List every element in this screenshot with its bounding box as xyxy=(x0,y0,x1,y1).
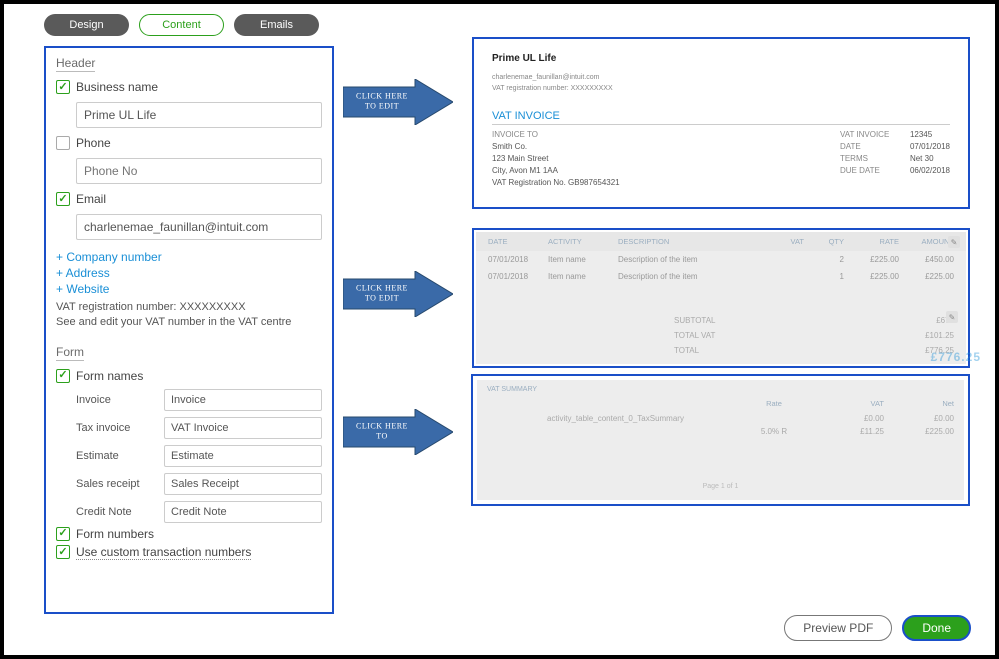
tab-emails[interactable]: Emails xyxy=(234,14,319,36)
input-business-name[interactable] xyxy=(76,102,322,128)
link-company-number[interactable]: + Company number xyxy=(56,250,322,264)
input-estimate[interactable] xyxy=(164,445,322,467)
checkbox-phone[interactable] xyxy=(56,136,70,150)
pencil-icon[interactable]: ✎ xyxy=(946,311,958,323)
section-form-title: Form xyxy=(56,345,84,361)
label-business-name: Business name xyxy=(76,80,158,94)
label-phone: Phone xyxy=(76,136,111,150)
arrow-annotation-2: CLICK HERE TO EDIT xyxy=(343,271,453,317)
preview-line-items-block[interactable]: ✎ DATE ACTIVITY DESCRIPTION VAT QTY RATE… xyxy=(472,228,970,368)
label-tax-invoice: Tax invoice xyxy=(76,422,156,434)
input-email[interactable] xyxy=(76,214,322,240)
preview-email: charlenemae_faunillan@intuit.com xyxy=(492,72,950,83)
label-form-numbers: Form numbers xyxy=(76,527,154,541)
preview-grand-total: £776.25 xyxy=(931,350,981,364)
checkbox-email[interactable] xyxy=(56,192,70,206)
preview-invoice-to: INVOICE TO Smith Co. 123 Main Street Cit… xyxy=(492,129,620,189)
label-form-names: Form names xyxy=(76,369,143,383)
pencil-icon[interactable]: ✎ xyxy=(948,236,960,248)
tab-design[interactable]: Design xyxy=(44,14,129,36)
table-header: DATE ACTIVITY DESCRIPTION VAT QTY RATE A… xyxy=(476,232,966,251)
table-row: 07/01/2018 Item name Description of the … xyxy=(476,251,966,268)
checkbox-form-names[interactable] xyxy=(56,369,70,383)
editor-tabs: Design Content Emails xyxy=(44,14,319,36)
preview-header-block[interactable]: Prime UL Life charlenemae_faunillan@intu… xyxy=(472,37,970,209)
arrow-annotation-1: CLICK HERE TO EDIT xyxy=(343,79,453,125)
vat-summary-heading: VAT SUMMARY xyxy=(487,384,954,395)
input-phone[interactable] xyxy=(76,158,322,184)
content-settings-panel: Header Business name Phone Email + Compa… xyxy=(44,46,334,614)
input-tax-invoice[interactable] xyxy=(164,417,322,439)
page-number: Page 1 of 1 xyxy=(477,483,964,490)
vat-reg-text: VAT registration number: XXXXXXXXX See a… xyxy=(56,300,322,331)
label-custom-txn: Use custom transaction numbers xyxy=(76,545,251,560)
label-invoice: Invoice xyxy=(76,394,156,406)
link-website[interactable]: + Website xyxy=(56,282,322,296)
section-header-title: Header xyxy=(56,56,95,72)
checkbox-business-name[interactable] xyxy=(56,80,70,94)
table-row: 07/01/2018 Item name Description of the … xyxy=(476,268,966,285)
vat-summary-header: Rate VAT Net xyxy=(487,395,954,412)
done-button[interactable]: Done xyxy=(902,615,971,641)
preview-vat-summary-block[interactable]: VAT SUMMARY Rate VAT Net activity_table_… xyxy=(471,374,970,506)
footer-buttons: Preview PDF Done xyxy=(784,615,971,641)
label-sales-receipt: Sales receipt xyxy=(76,478,156,490)
preview-pdf-button[interactable]: Preview PDF xyxy=(784,615,892,641)
label-email: Email xyxy=(76,192,106,206)
input-invoice[interactable] xyxy=(164,389,322,411)
preview-meta: VAT INVOICE12345 DATE07/01/2018 TERMSNet… xyxy=(840,129,950,189)
input-credit-note[interactable] xyxy=(164,501,322,523)
link-address[interactable]: + Address xyxy=(56,266,322,280)
input-sales-receipt[interactable] xyxy=(164,473,322,495)
arrow-annotation-3: CLICK HERE TO xyxy=(343,409,453,455)
label-estimate: Estimate xyxy=(76,450,156,462)
preview-business-name: Prime UL Life xyxy=(492,53,950,64)
label-credit-note: Credit Note xyxy=(76,506,156,518)
form-names-grid: Invoice Tax invoice Estimate Sales recei… xyxy=(76,389,322,523)
tab-content[interactable]: Content xyxy=(139,14,224,36)
checkbox-custom-txn[interactable] xyxy=(56,545,70,559)
checkbox-form-numbers[interactable] xyxy=(56,527,70,541)
vat-summary-row: activity_table_content_0_TaxSummary £0.0… xyxy=(487,412,954,425)
preview-totals: ✎ SUBTOTAL£675 TOTAL VAT£101.25 TOTAL£77… xyxy=(674,313,954,358)
vat-summary-row: 5.0% R £11.25 £225.00 xyxy=(487,425,954,438)
preview-doc-title: VAT INVOICE xyxy=(492,110,950,125)
preview-vat-reg: VAT registration number: XXXXXXXXX xyxy=(492,83,950,94)
